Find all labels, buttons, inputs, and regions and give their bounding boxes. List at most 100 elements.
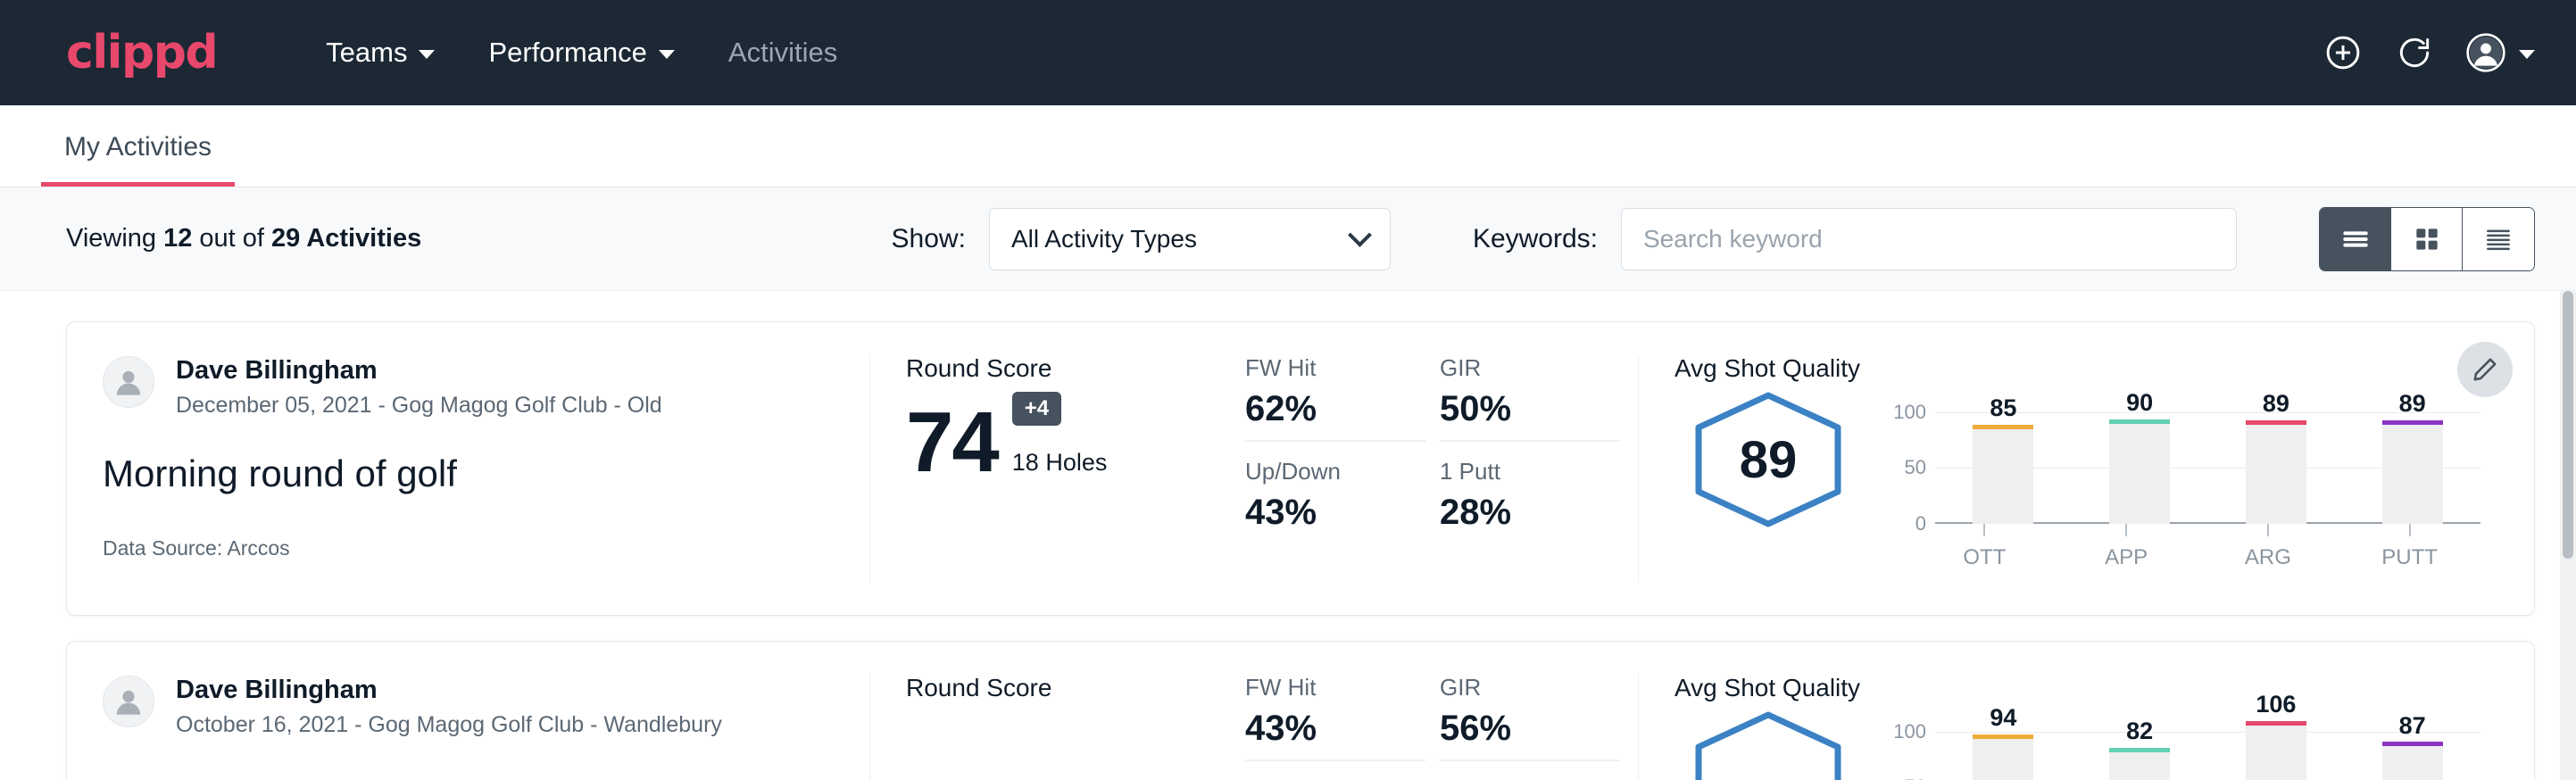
holes-played: 18 Holes xyxy=(1012,449,1108,477)
quality-hexagon xyxy=(1690,709,1847,780)
compact-view-button[interactable] xyxy=(2463,208,2534,270)
activity-owner: Dave Billingham October 16, 2021 - Gog M… xyxy=(103,674,834,738)
add-circle-icon[interactable] xyxy=(2323,32,2364,73)
nav-item-performance[interactable]: Performance xyxy=(461,37,701,69)
stat-value: 28% xyxy=(1440,493,1620,533)
chevron-down-icon xyxy=(659,50,675,59)
x-tick-ott: OTT xyxy=(1914,524,2056,570)
x-tick-app: APP xyxy=(2056,524,2198,570)
viewing-mid: out of xyxy=(192,224,271,253)
chart-bars: 85 90 xyxy=(1935,390,2480,524)
chevron-down-icon xyxy=(419,50,435,59)
round-score-side: +4 18 Holes xyxy=(1012,392,1108,484)
stats-column: FW Hit 43% GIR 56% Up/Down 1 Putt xyxy=(1245,674,1638,780)
activity-owner-text: Dave Billingham October 16, 2021 - Gog M… xyxy=(176,674,722,738)
account-menu[interactable] xyxy=(2465,32,2535,73)
tick-mark xyxy=(2125,524,2127,536)
search-input[interactable] xyxy=(1621,208,2237,270)
stat-label: FW Hit xyxy=(1245,354,1425,382)
tick-mark xyxy=(2409,524,2411,536)
bar xyxy=(1973,429,2033,524)
activity-owner-text: Dave Billingham December 05, 2021 - Gog … xyxy=(176,354,662,419)
chevron-down-icon xyxy=(2519,50,2535,59)
activity-summary-column: Dave Billingham December 05, 2021 - Gog … xyxy=(67,354,870,583)
activity-type-select[interactable]: All Activity Types xyxy=(989,208,1391,270)
owner-meta: October 16, 2021 - Gog Magog Golf Club -… xyxy=(176,712,722,738)
bar-cap xyxy=(1973,734,2033,739)
stat-label: FW Hit xyxy=(1245,674,1425,701)
primary-nav: Teams Performance Activities xyxy=(299,37,864,69)
bar-value-label: 94 xyxy=(1990,704,2016,732)
round-score-label: Round Score xyxy=(906,354,1209,383)
app-logo[interactable]: clippd xyxy=(66,29,217,76)
stat-gir: GIR 50% xyxy=(1440,354,1620,442)
chart-bars: 94 82 xyxy=(1935,709,2480,780)
bar-cap xyxy=(2382,742,2443,746)
bar xyxy=(2246,425,2306,524)
stat-fw-hit: FW Hit 43% xyxy=(1245,674,1425,761)
bar-cap xyxy=(2109,419,2170,424)
avg-shot-quality-column: Avg Shot Quality 89 100 50 xyxy=(1638,354,2534,583)
bar-ott: 85 xyxy=(1935,390,2072,524)
viewing-summary: Viewing 12 out of 29 Activities xyxy=(66,224,421,253)
bar-cap xyxy=(2246,420,2306,425)
nav-item-teams[interactable]: Teams xyxy=(299,37,461,69)
avg-shot-quality-label: Avg Shot Quality xyxy=(1674,354,2480,383)
activity-summary-column: Dave Billingham October 16, 2021 - Gog M… xyxy=(67,674,870,780)
stat-value: 56% xyxy=(1440,709,1620,749)
chart-x-axis: OTT APP ARG PUTT xyxy=(1862,524,2480,570)
tab-my-activities[interactable]: My Activities xyxy=(41,132,235,187)
x-tick-label: PUTT xyxy=(2381,545,2438,570)
activity-card[interactable]: Dave Billingham October 16, 2021 - Gog M… xyxy=(66,641,2535,780)
bar-cap xyxy=(2382,420,2443,425)
page-scrollbar[interactable] xyxy=(2560,291,2576,780)
stat-value: 43% xyxy=(1245,493,1425,533)
y-tick-label: 100 xyxy=(1893,720,1926,743)
activity-title: Morning round of golf xyxy=(103,452,834,495)
bar-value-label: 87 xyxy=(2399,712,2426,740)
round-score-value: 74 xyxy=(906,402,998,484)
refresh-icon[interactable] xyxy=(2394,32,2435,73)
score-to-par-badge xyxy=(920,714,945,723)
account-circle-icon xyxy=(2465,32,2506,73)
stat-one-putt: 1 Putt 28% xyxy=(1440,458,1620,544)
filter-controls: Show: All Activity Types Keywords: xyxy=(892,207,2535,271)
bar-value-label: 90 xyxy=(2126,389,2153,417)
round-score-label: Round Score xyxy=(906,674,1209,702)
x-tick-arg: ARG xyxy=(2198,524,2339,570)
viewing-count: 12 xyxy=(163,224,192,253)
x-tick-label: OTT xyxy=(1963,545,2006,570)
bar xyxy=(2382,425,2443,524)
round-score-value-row xyxy=(906,711,1209,758)
grid-view-button[interactable] xyxy=(2391,208,2463,270)
activity-list: Dave Billingham December 05, 2021 - Gog … xyxy=(0,291,2576,780)
tick-mark xyxy=(2267,524,2269,536)
edit-activity-button[interactable] xyxy=(2457,342,2513,397)
chart-plot-area: 94 82 xyxy=(1935,709,2480,780)
owner-name: Dave Billingham xyxy=(176,674,722,706)
bar xyxy=(2382,746,2443,780)
scrollbar-thumb[interactable] xyxy=(2563,291,2573,559)
shot-quality-chart: 100 50 0 94 xyxy=(1862,709,2480,780)
round-score-column: Round Score xyxy=(870,674,1245,780)
bar-ott: 94 xyxy=(1935,709,2072,780)
activity-type-select-value: All Activity Types xyxy=(1011,225,1351,253)
bar xyxy=(2109,424,2170,525)
list-view-button[interactable] xyxy=(2320,208,2391,270)
y-tick-label: 50 xyxy=(1905,456,1926,479)
stat-value: 62% xyxy=(1245,389,1425,429)
round-score-value-row: 74 +4 18 Holes xyxy=(906,392,1209,484)
nav-item-activities[interactable]: Activities xyxy=(702,37,864,69)
activity-card[interactable]: Dave Billingham December 05, 2021 - Gog … xyxy=(66,321,2535,616)
bar-value-label: 89 xyxy=(2399,390,2426,418)
chart-y-axis: 100 50 0 xyxy=(1883,390,1935,524)
avg-shot-quality-body: 100 50 0 94 xyxy=(1674,709,2480,780)
tab-my-activities-label: My Activities xyxy=(64,132,212,162)
bar-value-label: 82 xyxy=(2126,718,2153,745)
bar xyxy=(2246,726,2306,780)
y-tick-label: 50 xyxy=(1905,776,1926,780)
tab-bar: My Activities xyxy=(0,105,2576,187)
bar xyxy=(1973,739,2033,780)
avg-shot-quality-column: Avg Shot Quality 100 50 xyxy=(1638,674,2534,780)
stat-value: 43% xyxy=(1245,709,1425,749)
